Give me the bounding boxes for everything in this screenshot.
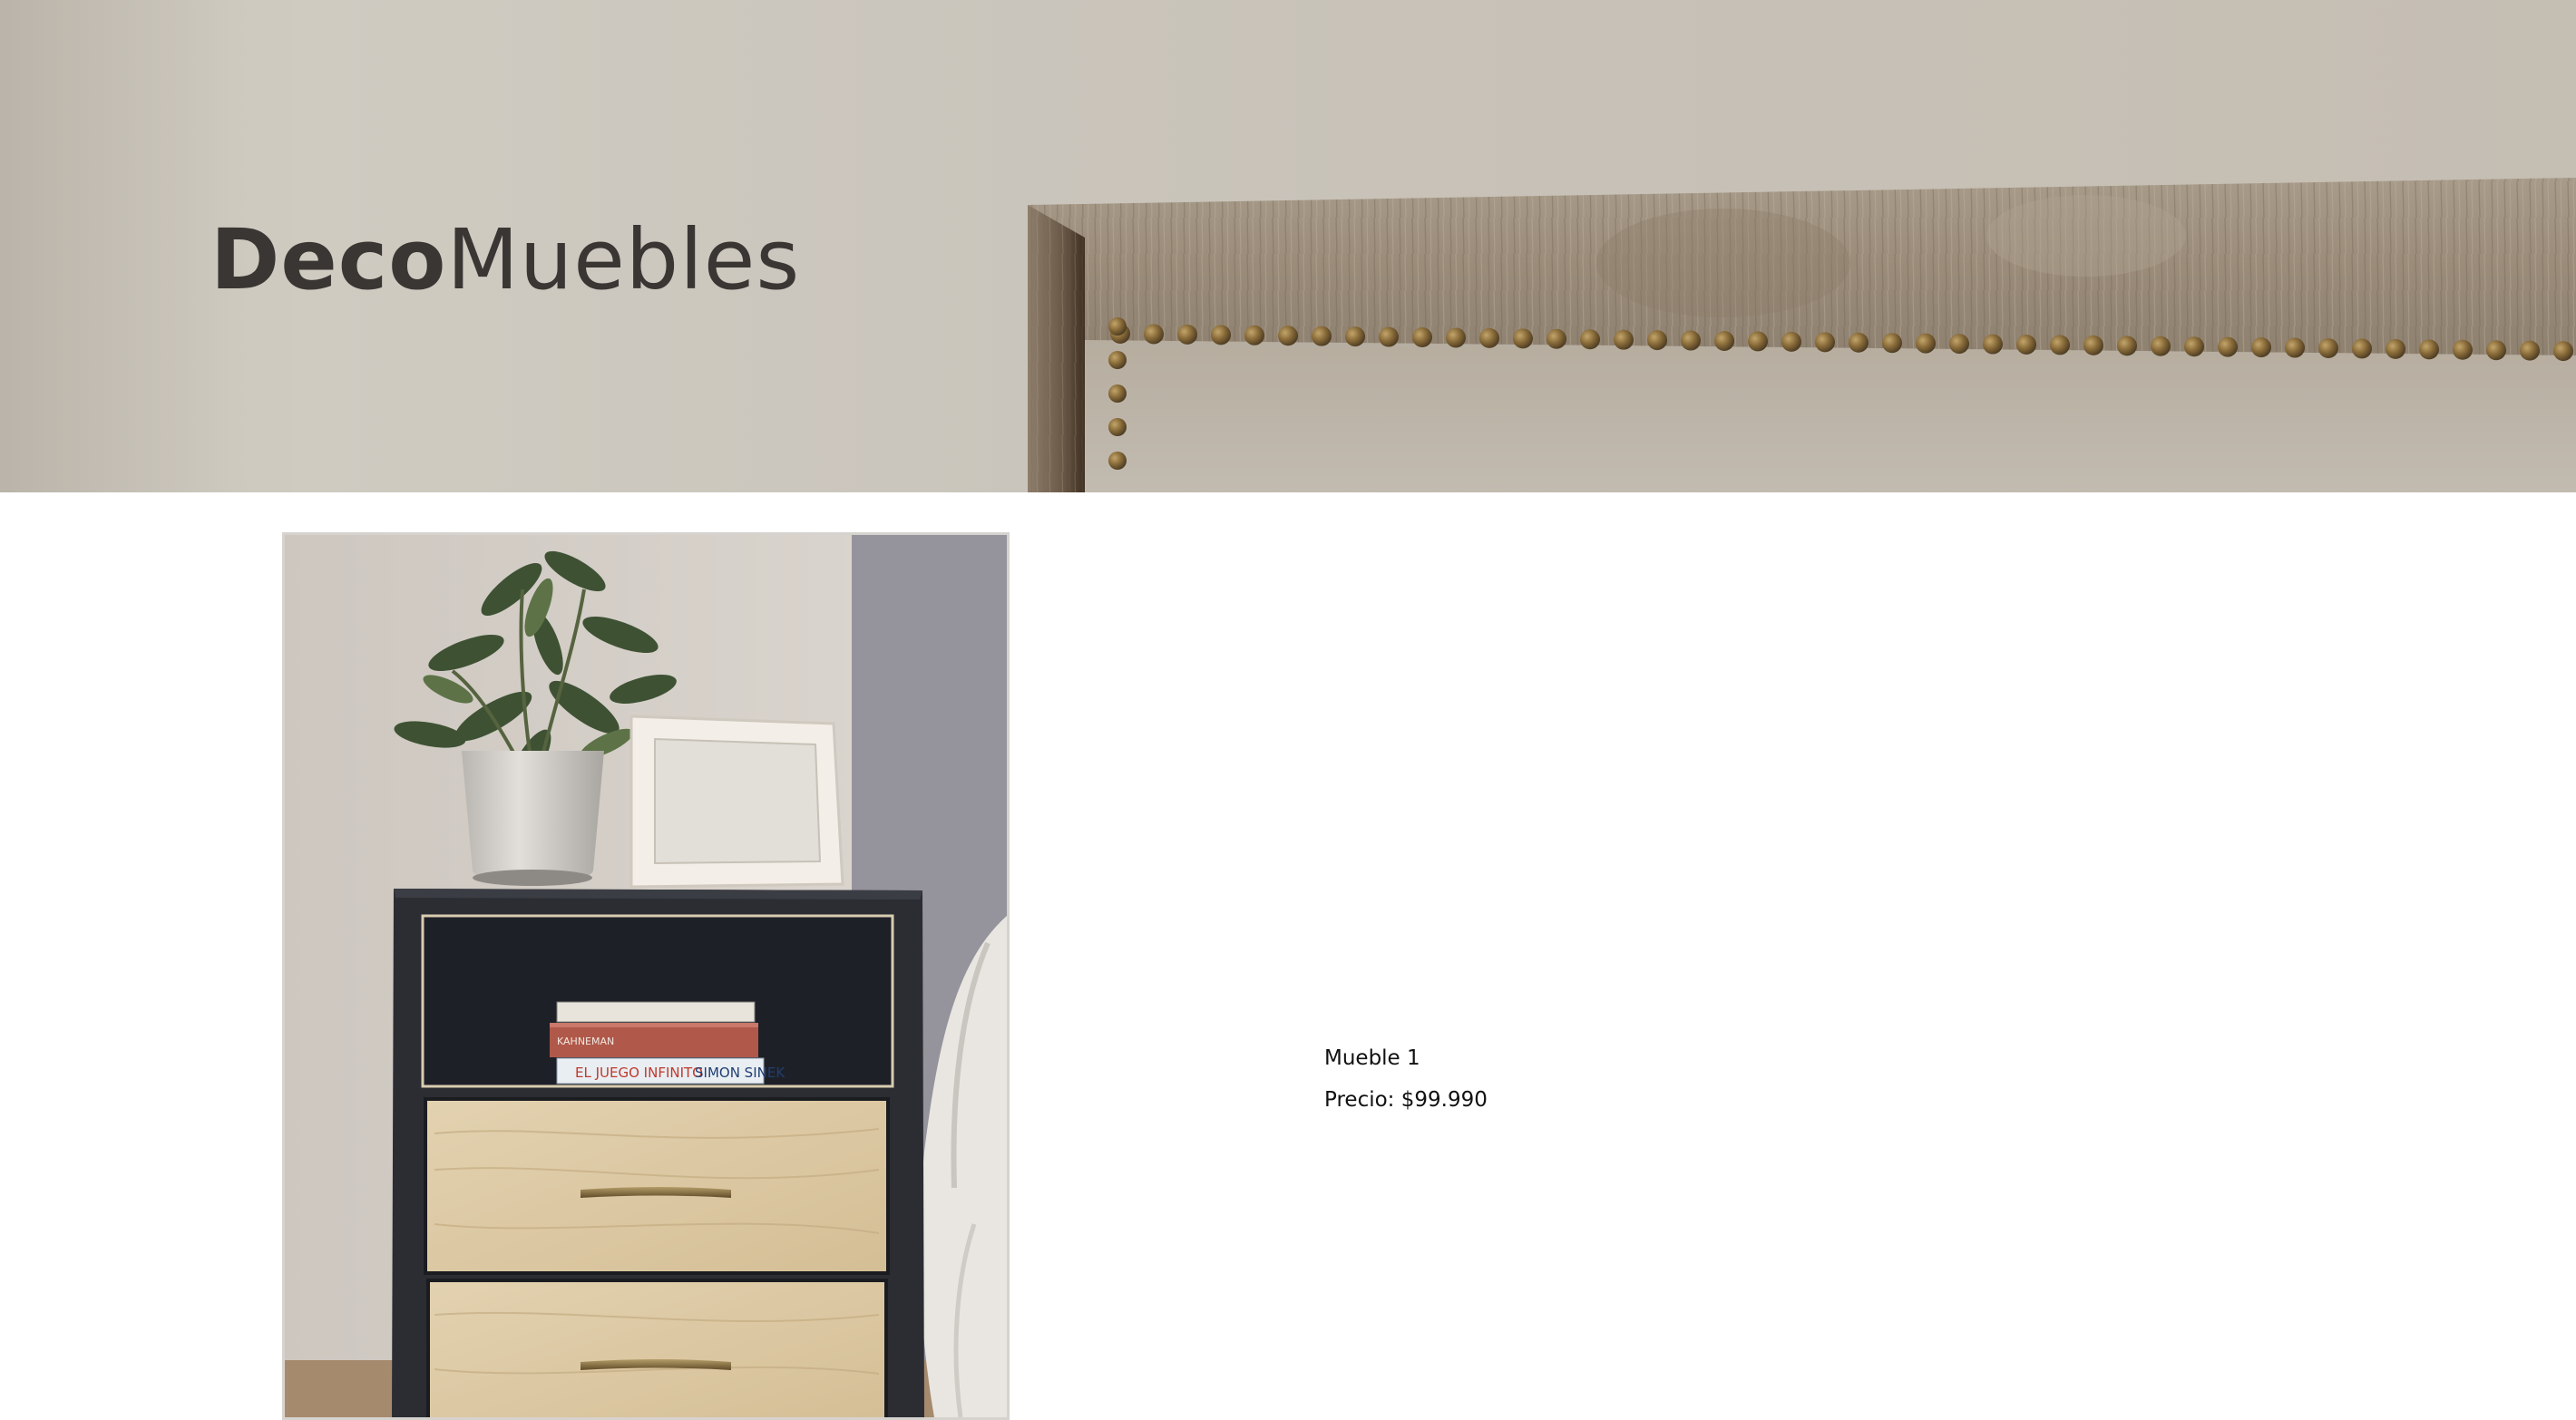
nailhead-stud	[1882, 333, 1902, 354]
nailhead-stud	[1513, 328, 1533, 349]
nailhead-stud	[1916, 333, 1936, 354]
nailhead-stud	[1815, 332, 1835, 353]
nailhead-stud	[1177, 324, 1197, 345]
nailhead-stud	[1614, 329, 1634, 350]
nailhead-stud	[2117, 336, 2137, 356]
nailhead-stud	[1714, 330, 1734, 351]
nailhead-stud	[1547, 328, 1566, 349]
nailhead-stud	[2050, 335, 2070, 355]
nailhead-stud	[2486, 340, 2506, 361]
nailhead-stud	[1949, 334, 1969, 355]
book-spine-author: SIMON SINEK	[695, 1065, 785, 1081]
book-spine-title: EL JUEGO INFINITO	[575, 1065, 703, 1081]
nailhead-stud	[1681, 330, 1701, 351]
product-details: Mueble 1 Precio: $99.990	[1324, 1045, 1488, 1114]
brand-logo-regular: Muebles	[446, 211, 801, 308]
nailhead-stud	[2453, 339, 2473, 360]
product-price: Precio: $99.990	[1324, 1088, 1488, 1112]
nailhead-stud	[2520, 340, 2540, 361]
nailhead-stud	[2285, 337, 2305, 358]
nailhead-stud	[1108, 317, 1127, 336]
nailhead-stud	[1580, 329, 1600, 350]
nailhead-stud	[1781, 331, 1801, 352]
nailhead-stud	[2016, 334, 2036, 355]
nailhead-stud	[2318, 337, 2338, 358]
hero-banner: DecoMuebles	[0, 0, 2576, 492]
nailhead-stud	[1412, 326, 1432, 347]
product-image[interactable]: KAHNEMAN EL JUEGO INFINITO SIMON SINEK	[282, 532, 1010, 1420]
nailhead-stud	[1108, 452, 1127, 470]
brand-logo-bold: Deco	[210, 211, 447, 308]
nailhead-stud	[1479, 327, 1499, 348]
nailhead-stud	[1244, 325, 1264, 345]
nailhead-stud	[1211, 325, 1231, 345]
nailhead-stud	[2184, 336, 2204, 357]
nailhead-stud	[2352, 338, 2372, 359]
nailhead-stud	[1849, 332, 1869, 353]
nailhead-stud	[2251, 337, 2271, 358]
nailhead-stud	[2386, 338, 2405, 359]
nailhead-stud	[1647, 330, 1667, 351]
product-name[interactable]: Mueble 1	[1324, 1045, 1488, 1072]
nailhead-stud	[1278, 326, 1298, 346]
nailhead-stud	[1108, 351, 1127, 369]
nailhead-stud	[2553, 341, 2573, 362]
nailhead-stud	[1312, 326, 1332, 346]
book-spine-kahneman: KAHNEMAN	[557, 1036, 614, 1047]
nailhead-stud	[1144, 324, 1164, 345]
nailhead-stud	[2419, 339, 2439, 360]
nailhead-stud	[1983, 334, 2003, 355]
nightstand-image: KAHNEMAN EL JUEGO INFINITO SIMON SINEK	[285, 535, 1007, 1417]
brand-logo[interactable]: DecoMuebles	[210, 210, 800, 310]
nailhead-stud	[2218, 336, 2238, 357]
nailhead-stud	[1446, 327, 1466, 348]
nailhead-stud	[2151, 336, 2171, 356]
nailhead-stud	[1379, 326, 1399, 347]
nailhead-stud	[1108, 384, 1127, 403]
nailhead-stud	[1108, 418, 1127, 436]
nailhead-stud	[1345, 326, 1365, 347]
nailhead-stud	[1748, 331, 1768, 352]
nailhead-stud	[2083, 335, 2103, 355]
